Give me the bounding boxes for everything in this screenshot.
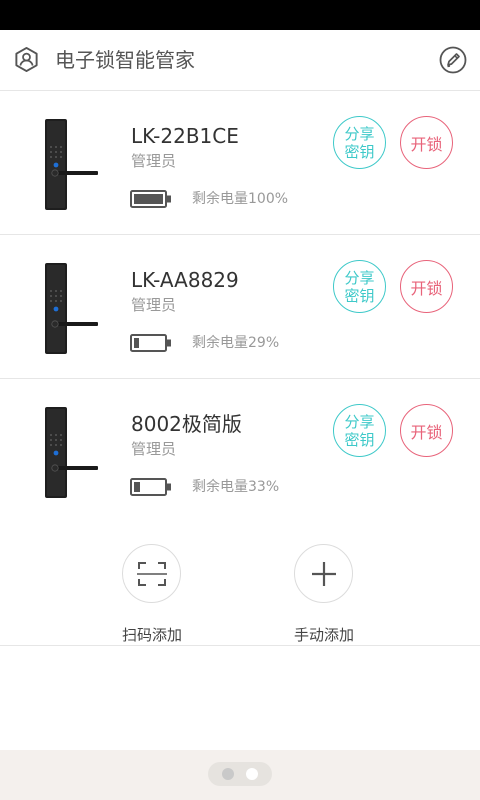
lock-card[interactable]: 8002极简版 管理员 剩余电量33% 分享密钥 开锁 <box>0 379 480 523</box>
scan-add-button[interactable]: 扫码添加 <box>107 544 197 644</box>
page-indicator[interactable] <box>208 762 272 786</box>
manual-add-button[interactable]: 手动添加 <box>279 544 369 644</box>
manual-circle[interactable] <box>294 544 353 603</box>
footer-bar <box>0 750 480 800</box>
page-title: 电子锁智能管家 <box>55 48 195 72</box>
door-lock-image <box>45 119 98 210</box>
share-key-button[interactable]: 分享密钥 <box>333 116 386 169</box>
unlock-button[interactable]: 开锁 <box>400 404 453 457</box>
lock-name: LK-22B1CE <box>131 124 239 148</box>
lock-card[interactable]: LK-22B1CE 管理员 剩余电量100% 分享密钥 开锁 <box>0 91 480 235</box>
lock-name: LK-AA8829 <box>131 268 239 292</box>
battery-icon <box>130 334 171 352</box>
unlock-button[interactable]: 开锁 <box>400 260 453 313</box>
lock-role: 管理员 <box>131 296 177 314</box>
scan-circle[interactable] <box>122 544 181 603</box>
unlock-button[interactable]: 开锁 <box>400 116 453 169</box>
app-header: 电子锁智能管家 <box>0 30 480 91</box>
battery-icon <box>130 190 171 208</box>
add-lock-area: 扫码添加 手动添加 <box>0 522 480 646</box>
door-lock-image <box>45 263 98 354</box>
battery-icon <box>130 478 171 496</box>
scan-icon <box>136 561 167 586</box>
page-dot[interactable] <box>222 768 234 780</box>
edit-pencil-icon[interactable] <box>439 46 467 74</box>
share-key-button[interactable]: 分享密钥 <box>333 260 386 313</box>
door-lock-image <box>45 407 98 498</box>
lock-name: 8002极简版 <box>131 412 242 436</box>
plus-icon <box>311 561 336 586</box>
battery-text: 剩余电量100% <box>192 191 289 207</box>
status-bar <box>0 0 480 30</box>
battery-text: 剩余电量29% <box>192 335 280 351</box>
battery-text: 剩余电量33% <box>192 479 280 495</box>
share-key-button[interactable]: 分享密钥 <box>333 404 386 457</box>
manual-add-label: 手动添加 <box>293 626 354 644</box>
user-shield-icon[interactable] <box>13 46 40 73</box>
lock-card[interactable]: LK-AA8829 管理员 剩余电量29% 分享密钥 开锁 <box>0 235 480 379</box>
scan-add-label: 扫码添加 <box>121 626 182 644</box>
lock-role: 管理员 <box>131 440 177 458</box>
lock-role: 管理员 <box>131 152 177 170</box>
page-dot-active[interactable] <box>246 768 258 780</box>
